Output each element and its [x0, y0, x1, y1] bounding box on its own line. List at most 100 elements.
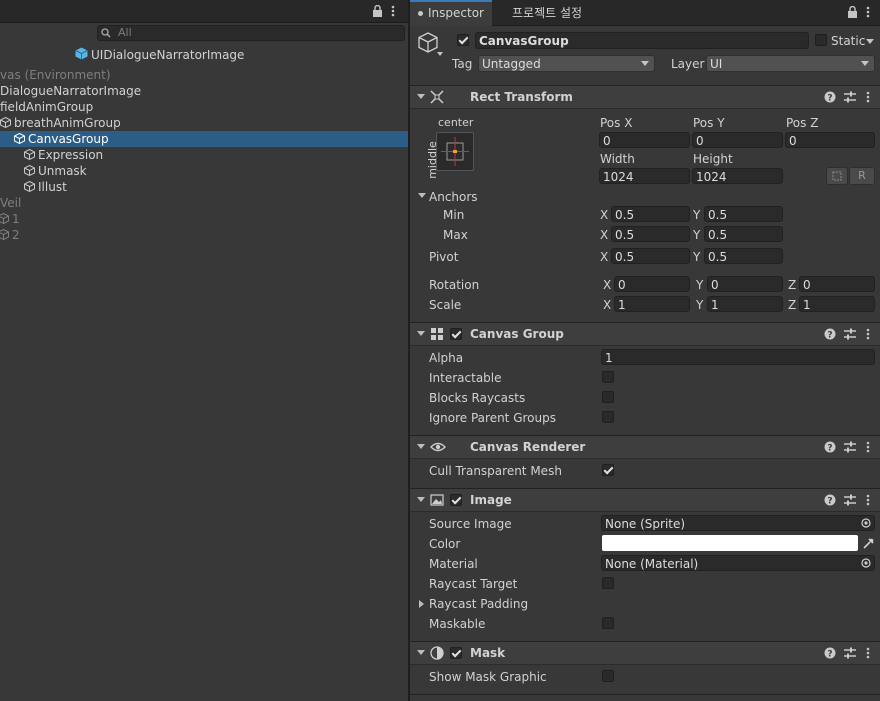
mask-header[interactable]: Mask ? [410, 641, 880, 665]
alpha-field[interactable]: 1 [601, 349, 875, 365]
rotation-x-field[interactable]: 0 [614, 276, 690, 292]
blueprint-mode-button[interactable] [826, 167, 848, 185]
component-enabled-checkbox[interactable] [450, 494, 462, 506]
more-options-icon[interactable] [866, 328, 870, 340]
pivot-label: Pivot [429, 250, 459, 264]
rotation-z-field[interactable]: 0 [799, 276, 875, 292]
material-field[interactable]: None (Material) [601, 555, 875, 571]
canvas-group-header[interactable]: Canvas Group ? [410, 322, 880, 346]
hierarchy-item[interactable]: Illust [24, 179, 67, 195]
raycast-target-checkbox[interactable] [602, 577, 614, 589]
presets-icon[interactable] [844, 328, 856, 340]
scale-z-field[interactable]: 1 [799, 296, 875, 312]
interactable-checkbox[interactable] [602, 371, 614, 383]
object-picker-icon[interactable] [861, 518, 871, 528]
icon-dropdown-caret[interactable] [437, 52, 443, 56]
show-mask-graphic-checkbox[interactable] [602, 670, 614, 682]
layer-dropdown[interactable]: UI [706, 55, 875, 72]
anchors-label[interactable]: Anchors [429, 189, 478, 205]
tab-project-settings[interactable]: 프로젝트 설정 [504, 2, 590, 25]
hierarchy-item[interactable]: breathAnimGroup [0, 115, 121, 131]
active-checkbox[interactable] [457, 34, 469, 46]
more-options-icon[interactable] [391, 5, 395, 17]
ignore-parent-groups-checkbox[interactable] [602, 411, 614, 423]
more-options-icon[interactable] [866, 6, 870, 18]
pos-y-label: Pos Y [693, 116, 725, 130]
divider [410, 694, 880, 695]
color-label: Color [429, 537, 461, 551]
anchor-min-y-field[interactable]: 0.5 [704, 206, 783, 222]
more-options-icon[interactable] [866, 91, 870, 103]
chevron-down-icon [641, 61, 649, 66]
hierarchy-search-input[interactable]: All [97, 25, 405, 41]
object-name-input[interactable]: CanvasGroup [475, 32, 809, 49]
image-header[interactable]: Image ? [410, 488, 880, 512]
help-icon[interactable]: ? [824, 494, 836, 506]
hierarchy-item[interactable]: fieldAnimGroup [0, 99, 93, 115]
rect-transform-icon [430, 90, 444, 104]
pos-x-field[interactable]: 0 [599, 132, 690, 148]
presets-icon[interactable] [844, 647, 856, 659]
eyedropper-icon[interactable] [862, 537, 874, 549]
lock-icon[interactable] [372, 5, 383, 17]
lock-icon[interactable] [847, 6, 858, 18]
more-options-icon[interactable] [866, 441, 870, 453]
object-picker-icon[interactable] [861, 558, 871, 568]
more-options-icon[interactable] [866, 494, 870, 506]
raw-edit-button[interactable]: R [849, 167, 875, 185]
maskable-checkbox[interactable] [602, 617, 614, 629]
rect-transform-header[interactable]: Rect Transform ? [410, 85, 880, 109]
hierarchy-item[interactable]: Expression [24, 147, 103, 163]
pivot-y-field[interactable]: 0.5 [704, 248, 783, 264]
anchor-max-y-field[interactable]: 0.5 [704, 226, 783, 242]
help-icon[interactable]: ? [824, 441, 836, 453]
presets-icon[interactable] [844, 494, 856, 506]
hierarchy-item[interactable]: vas (Environment) [0, 67, 111, 83]
tag-label: Tag [452, 57, 473, 71]
hierarchy-item[interactable]: DialogueNarratorImage [0, 83, 141, 99]
cull-transparent-mesh-checkbox[interactable] [602, 464, 614, 476]
help-icon[interactable]: ? [824, 91, 836, 103]
width-label: Width [600, 152, 635, 166]
pos-z-field[interactable]: 0 [785, 132, 875, 148]
component-title: Canvas Group [470, 327, 564, 341]
scale-x-field[interactable]: 1 [614, 296, 690, 312]
layer-label: Layer [671, 57, 705, 71]
color-swatch[interactable] [602, 535, 858, 551]
help-icon[interactable]: ? [824, 647, 836, 659]
axis-y-label: Y [693, 208, 701, 222]
foldout-arrow-icon [417, 331, 425, 336]
hierarchy-item[interactable]: Unmask [24, 163, 87, 179]
height-field[interactable]: 1024 [692, 168, 783, 184]
hierarchy-item[interactable]: Veil [0, 195, 21, 211]
hierarchy-item[interactable]: 2 [0, 227, 20, 243]
component-enabled-checkbox[interactable] [450, 647, 462, 659]
component-enabled-checkbox[interactable] [450, 328, 462, 340]
inspector-panel: Inspector 프로젝트 설정 CanvasGroup Static Tag… [410, 0, 880, 701]
source-image-field[interactable]: None (Sprite) [601, 515, 875, 531]
pivot-x-field[interactable]: 0.5 [611, 248, 690, 264]
more-options-icon[interactable] [866, 647, 870, 659]
tab-inspector[interactable]: Inspector [410, 0, 492, 26]
help-icon[interactable]: ? [824, 328, 836, 340]
canvas-renderer-header[interactable]: Canvas Renderer ? [410, 435, 880, 459]
anchor-min-x-field[interactable]: 0.5 [611, 206, 690, 222]
anchor-presets-button[interactable] [436, 132, 474, 171]
hierarchy-item[interactable]: 1 [0, 211, 20, 227]
raycast-padding-label[interactable]: Raycast Padding [429, 596, 528, 612]
raycast-padding-foldout-icon[interactable] [419, 600, 424, 608]
tag-dropdown[interactable]: Untagged [478, 55, 655, 72]
presets-icon[interactable] [844, 91, 856, 103]
static-dropdown-caret[interactable] [866, 39, 874, 44]
rotation-y-field[interactable]: 0 [707, 276, 783, 292]
scale-y-field[interactable]: 1 [707, 296, 783, 312]
anchor-max-x-field[interactable]: 0.5 [611, 226, 690, 242]
presets-icon[interactable] [844, 441, 856, 453]
static-checkbox[interactable] [815, 34, 827, 46]
anchors-foldout-icon[interactable] [418, 193, 426, 198]
hierarchy-item-selected[interactable]: CanvasGroup [0, 131, 408, 147]
pos-y-field[interactable]: 0 [692, 132, 783, 148]
blocks-raycasts-checkbox[interactable] [602, 391, 614, 403]
width-field[interactable]: 1024 [599, 168, 690, 184]
scale-label: Scale [429, 298, 462, 312]
